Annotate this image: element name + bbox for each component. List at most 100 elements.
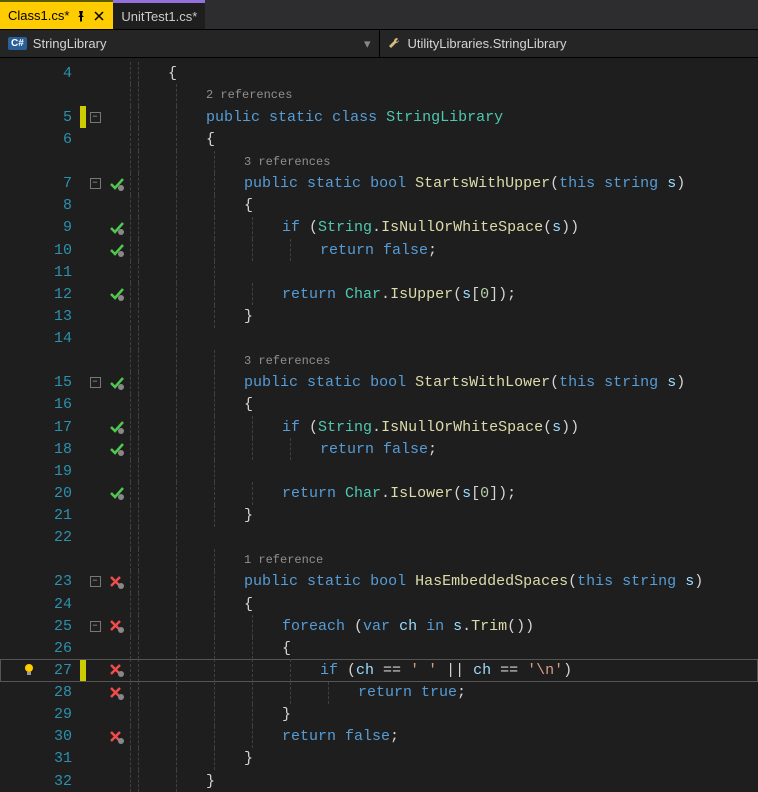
line-number: 10 bbox=[38, 242, 80, 259]
code-line[interactable]: 16{ bbox=[0, 394, 758, 416]
code-content[interactable]: foreach (var ch in s.Trim()) bbox=[282, 615, 534, 637]
fold-toggle[interactable]: − bbox=[90, 576, 101, 587]
code-line[interactable]: 19 bbox=[0, 460, 758, 482]
code-content[interactable]: public static bool HasEmbeddedSpaces(thi… bbox=[244, 571, 703, 593]
code-line[interactable]: 14 bbox=[0, 328, 758, 350]
test-fail-icon bbox=[109, 686, 125, 700]
code-line[interactable]: 17if (String.IsNullOrWhiteSpace(s)) bbox=[0, 416, 758, 438]
fold-toggle[interactable]: − bbox=[90, 112, 101, 123]
code-line[interactable]: 32} bbox=[0, 770, 758, 792]
code-line[interactable]: 11 bbox=[0, 261, 758, 283]
code-content[interactable]: 3 references bbox=[244, 350, 330, 372]
test-pass-icon bbox=[109, 420, 125, 434]
tab-class1[interactable]: Class1.cs* bbox=[0, 0, 113, 29]
nav-right-label: UtilityLibraries.StringLibrary bbox=[408, 36, 567, 51]
code-line[interactable]: 18 return false; bbox=[0, 438, 758, 460]
chevron-down-icon[interactable]: ▾ bbox=[364, 36, 371, 52]
line-number: 20 bbox=[38, 485, 80, 502]
code-line[interactable]: 15−public static bool StartsWithLower(th… bbox=[0, 372, 758, 394]
code-line[interactable]: 1 reference bbox=[0, 549, 758, 571]
code-line[interactable]: 5−public static class StringLibrary bbox=[0, 106, 758, 128]
code-content[interactable]: if (ch == ' ' || ch == '\n') bbox=[320, 659, 572, 681]
navigation-bar: C# StringLibrary ▾ UtilityLibraries.Stri… bbox=[0, 30, 758, 58]
code-content[interactable]: 2 references bbox=[206, 84, 292, 106]
code-content[interactable]: { bbox=[244, 394, 253, 416]
code-content[interactable]: { bbox=[282, 637, 291, 659]
line-number: 28 bbox=[38, 684, 80, 701]
code-line[interactable]: 21} bbox=[0, 505, 758, 527]
code-line[interactable]: 24 { bbox=[0, 593, 758, 615]
fold-toggle[interactable]: − bbox=[90, 621, 101, 632]
code-editor[interactable]: 4{2 references5−public static class Stri… bbox=[0, 58, 758, 792]
code-content[interactable]: return Char.IsLower(s[0]); bbox=[282, 482, 516, 504]
nav-scope-left[interactable]: C# StringLibrary ▾ bbox=[0, 30, 380, 57]
code-content[interactable]: return Char.IsUpper(s[0]); bbox=[282, 283, 516, 305]
test-pass-icon bbox=[109, 177, 125, 191]
code-line[interactable]: 3 references bbox=[0, 350, 758, 372]
code-content[interactable]: if (String.IsNullOrWhiteSpace(s)) bbox=[282, 217, 579, 239]
code-line[interactable]: 6{ bbox=[0, 128, 758, 150]
code-content[interactable]: } bbox=[244, 505, 253, 527]
test-pass-icon bbox=[109, 243, 125, 257]
code-content[interactable]: public static bool StartsWithLower(this … bbox=[244, 372, 685, 394]
code-content[interactable]: 1 reference bbox=[244, 549, 323, 571]
code-content[interactable]: } bbox=[244, 305, 253, 327]
tab-label: UnitTest1.cs* bbox=[121, 9, 197, 24]
code-line[interactable]: 10 return false; bbox=[0, 239, 758, 261]
line-number: 30 bbox=[38, 728, 80, 745]
fold-toggle[interactable]: − bbox=[90, 178, 101, 189]
code-line[interactable]: 31} bbox=[0, 748, 758, 770]
codelens-references[interactable]: 3 references bbox=[244, 155, 330, 169]
code-content[interactable]: return true; bbox=[358, 682, 466, 704]
code-content[interactable]: public static class StringLibrary bbox=[206, 106, 503, 128]
code-line[interactable]: 28 return true; bbox=[0, 682, 758, 704]
pin-icon[interactable] bbox=[75, 10, 87, 22]
code-line[interactable]: 9if (String.IsNullOrWhiteSpace(s)) bbox=[0, 217, 758, 239]
nav-scope-right[interactable]: UtilityLibraries.StringLibrary bbox=[380, 30, 758, 57]
code-content[interactable]: { bbox=[244, 195, 253, 217]
code-line[interactable]: 2 references bbox=[0, 84, 758, 106]
codelens-references[interactable]: 1 reference bbox=[244, 553, 323, 567]
code-content[interactable]: return false; bbox=[320, 438, 437, 460]
line-number: 11 bbox=[38, 264, 80, 281]
code-content[interactable]: { bbox=[168, 62, 177, 84]
code-content[interactable]: } bbox=[282, 704, 291, 726]
line-number: 13 bbox=[38, 308, 80, 325]
code-content[interactable]: return false; bbox=[282, 726, 399, 748]
tab-unittest1[interactable]: UnitTest1.cs* bbox=[113, 0, 205, 29]
line-number: 18 bbox=[38, 441, 80, 458]
test-pass-icon bbox=[109, 221, 125, 235]
code-line[interactable]: 13} bbox=[0, 305, 758, 327]
code-line[interactable]: 4{ bbox=[0, 62, 758, 84]
code-content[interactable]: return false; bbox=[320, 239, 437, 261]
code-content[interactable]: { bbox=[244, 593, 253, 615]
code-line[interactable]: 7− public static bool StartsWithUpper(thi… bbox=[0, 173, 758, 195]
code-content[interactable]: { bbox=[206, 128, 215, 150]
code-line[interactable]: 26{ bbox=[0, 637, 758, 659]
code-line[interactable]: 30 return false; bbox=[0, 726, 758, 748]
line-number: 32 bbox=[38, 773, 80, 790]
codelens-references[interactable]: 3 references bbox=[244, 354, 330, 368]
line-number: 24 bbox=[38, 596, 80, 613]
lightbulb-icon[interactable] bbox=[22, 663, 36, 677]
fold-toggle[interactable]: − bbox=[90, 377, 101, 388]
line-number: 7 bbox=[38, 175, 80, 192]
line-number: 6 bbox=[38, 131, 80, 148]
code-content[interactable]: } bbox=[244, 748, 253, 770]
code-line[interactable]: 3 references bbox=[0, 151, 758, 173]
code-content[interactable]: 3 references bbox=[244, 151, 330, 173]
code-line[interactable]: 22 bbox=[0, 527, 758, 549]
code-line[interactable]: 27 if (ch == ' ' || ch == '\n') bbox=[0, 659, 758, 681]
code-line[interactable]: 8{ bbox=[0, 195, 758, 217]
code-content[interactable]: } bbox=[206, 770, 215, 792]
codelens-references[interactable]: 2 references bbox=[206, 88, 292, 102]
code-content[interactable]: public static bool StartsWithUpper(this … bbox=[244, 173, 685, 195]
code-line[interactable]: 25−foreach (var ch in s.Trim()) bbox=[0, 615, 758, 637]
code-line[interactable]: 12return Char.IsUpper(s[0]); bbox=[0, 283, 758, 305]
code-line[interactable]: 23−public static bool HasEmbeddedSpaces(… bbox=[0, 571, 758, 593]
close-icon[interactable] bbox=[93, 10, 105, 22]
code-content[interactable]: if (String.IsNullOrWhiteSpace(s)) bbox=[282, 416, 579, 438]
line-number: 27 bbox=[38, 662, 80, 679]
code-line[interactable]: 20 return Char.IsLower(s[0]); bbox=[0, 482, 758, 504]
code-line[interactable]: 29} bbox=[0, 704, 758, 726]
